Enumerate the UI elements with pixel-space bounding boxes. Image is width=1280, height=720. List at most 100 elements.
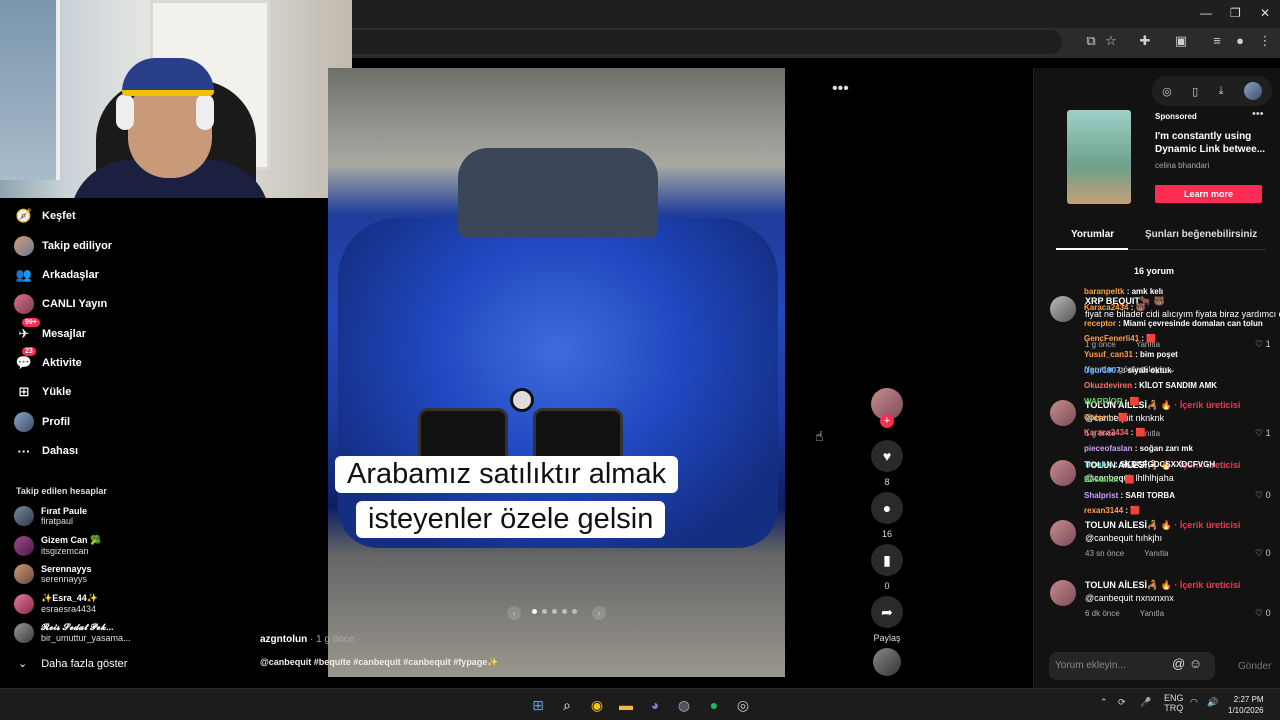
commenter-avatar[interactable]: [1050, 460, 1076, 486]
browser-menu-icon[interactable]: ⋮: [1256, 33, 1274, 49]
close-window-button[interactable]: ✕: [1260, 6, 1270, 20]
discord-icon[interactable]: ◕: [645, 696, 665, 714]
show-more-button[interactable]: ⌄ Daha fazla göster: [18, 657, 127, 671]
file-explorer-icon[interactable]: ▬: [616, 696, 636, 714]
video-author[interactable]: azgntolun · 1 g önce: [260, 634, 354, 645]
network-sync-icon[interactable]: ⟳: [1118, 697, 1126, 708]
next-photo-button[interactable]: ›: [592, 606, 606, 620]
following-avatar: [14, 236, 34, 256]
carousel-dot[interactable]: [532, 609, 537, 614]
system-clock[interactable]: 2:27 PM 1/10/2026: [1228, 694, 1264, 716]
bookmark-icon: ▮: [883, 551, 891, 568]
like-button[interactable]: ♥: [871, 440, 903, 472]
carousel-dot[interactable]: [542, 609, 547, 614]
spotify-icon[interactable]: ●: [704, 696, 724, 714]
ad-more-icon[interactable]: •••: [1252, 108, 1264, 120]
send-button[interactable]: Gönder: [1238, 661, 1271, 672]
nav-messages[interactable]: ✈ 99+ Mesajlar: [14, 318, 86, 346]
comment-like[interactable]: ♡ 0: [1255, 490, 1271, 501]
commenter-avatar[interactable]: [1050, 580, 1076, 606]
nav-explore[interactable]: 🧭 Keşfet: [14, 204, 76, 228]
comment-button[interactable]: ●: [871, 492, 903, 524]
extensions-icon[interactable]: ✚: [1136, 33, 1154, 49]
start-menu-icon[interactable]: ⊞: [528, 696, 548, 714]
search-icon[interactable]: ⌕: [557, 696, 577, 714]
nav-activity[interactable]: 💬 23 Aktivite: [14, 347, 82, 375]
headphone-right: [196, 94, 214, 130]
friends-icon: 👥: [15, 267, 33, 282]
save-button[interactable]: ▮: [871, 544, 903, 576]
steam-icon[interactable]: ◍: [674, 696, 694, 714]
mention-icon[interactable]: @: [1172, 656, 1185, 671]
profile-icon[interactable]: ●: [1231, 33, 1249, 48]
comment-like[interactable]: ♡ 0: [1255, 608, 1271, 619]
creator-avatar[interactable]: +: [871, 388, 903, 428]
microphone-icon[interactable]: 🎤: [1140, 697, 1151, 708]
maximize-button[interactable]: ❐: [1230, 6, 1241, 20]
chrome-icon[interactable]: ◉: [587, 696, 607, 714]
chat-message: rexan3144 : 🟥: [1084, 506, 1141, 515]
nav-friends-label: Arkadaşlar: [42, 269, 99, 281]
tab-comments[interactable]: Yorumlar: [1071, 229, 1114, 240]
download-icon[interactable]: ⤓: [1219, 85, 1224, 98]
following-account[interactable]: 𝓡𝓮𝓲𝓼 𝓢𝓮𝓭𝓪𝓽 𝓟𝓮𝓴... bir_umuttur_yasama...: [14, 622, 131, 643]
music-disc-avatar[interactable]: [873, 648, 901, 676]
nav-profile[interactable]: Profil: [14, 410, 70, 434]
address-bar[interactable]: [352, 30, 1062, 54]
tab-you-may-like[interactable]: Şunları beğenebilirsiniz: [1145, 229, 1257, 240]
video-player[interactable]: Arabamız satılıktır almak isteyenler öze…: [328, 68, 785, 677]
phone-icon[interactable]: ▯: [1192, 85, 1198, 98]
following-account[interactable]: ✨Esra_44✨ esraesra4434: [14, 593, 98, 614]
commenter-avatar[interactable]: [1050, 400, 1076, 426]
following-account[interactable]: Gizem Can 🥦 itsgizemcan: [14, 535, 101, 556]
learn-more-button[interactable]: Learn more: [1155, 185, 1262, 203]
nav-live-label: CANLI Yayın: [42, 298, 108, 310]
prev-photo-button[interactable]: ‹: [507, 606, 521, 620]
video-car-windshield: [458, 148, 658, 238]
profile-avatar: [14, 412, 34, 432]
emoji-icon[interactable]: ☺: [1189, 656, 1202, 671]
more-options-icon[interactable]: •••: [832, 80, 849, 98]
language-indicator[interactable]: ENG TRQ: [1164, 693, 1184, 713]
share-button[interactable]: ➦: [871, 596, 903, 628]
wifi-icon[interactable]: ◠: [1190, 697, 1198, 708]
obs-icon[interactable]: ◎: [733, 696, 753, 714]
nav-live[interactable]: CANLI Yayın: [14, 292, 107, 316]
volume-icon[interactable]: 🔊: [1207, 697, 1218, 708]
follow-plus-icon[interactable]: +: [880, 414, 894, 428]
compass-icon[interactable]: ◎: [1162, 85, 1172, 98]
tray-chevron-icon[interactable]: ⌃: [1100, 697, 1108, 708]
comment-like[interactable]: ♡ 0: [1255, 548, 1271, 559]
account-username: serennayys: [41, 574, 88, 584]
tab-search-icon[interactable]: ▣: [1172, 33, 1190, 49]
commenter-avatar[interactable]: [1050, 520, 1076, 546]
chat-message: pieceofaslan : soğan zarı mk: [1084, 444, 1193, 453]
carousel-dot[interactable]: [572, 609, 577, 614]
user-avatar[interactable]: [1243, 82, 1262, 100]
comment-like[interactable]: ♡ 1: [1255, 339, 1271, 350]
following-account[interactable]: Fırat Paule firatpaul: [14, 506, 87, 526]
nav-more[interactable]: ··· Dahası: [14, 439, 79, 463]
commenter-name[interactable]: TOLUN AİLESİ🦂 🔥 · İçerik üreticisi: [1085, 580, 1240, 591]
following-account[interactable]: Serennayys serennayys: [14, 564, 92, 584]
nav-upload[interactable]: ⊞ Yükle: [14, 380, 72, 404]
reply-button[interactable]: Yanıtla: [1144, 549, 1168, 558]
chat-message: WARRİOR : 🟥: [1084, 397, 1140, 406]
nav-friends[interactable]: 👥 Arkadaşlar: [14, 263, 99, 287]
carousel-dot[interactable]: [552, 609, 557, 614]
nav-more-label: Dahası: [42, 445, 79, 457]
commenter-avatar[interactable]: [1050, 296, 1076, 322]
commenter-name[interactable]: TOLUN AİLESİ🦂 🔥 · İçerik üreticisi: [1085, 520, 1240, 531]
comment-like[interactable]: ♡ 1: [1255, 428, 1271, 439]
carousel-dot[interactable]: [562, 609, 567, 614]
account-username: firatpaul: [41, 516, 74, 526]
video-actions: + ♥ 8 ● 16 ▮ 0 ➦ Paylaş: [870, 388, 904, 676]
ad-thumbnail[interactable]: [1067, 110, 1131, 204]
install-app-icon[interactable]: ⧉: [1082, 33, 1100, 49]
bookmark-star-icon[interactable]: ☆: [1102, 33, 1120, 49]
nav-following[interactable]: Takip ediliyor: [14, 234, 112, 258]
video-description[interactable]: @canbequit #bequite #canbequit #canbequi…: [260, 657, 499, 668]
minimize-button[interactable]: —: [1200, 6, 1212, 20]
reply-button[interactable]: Yanıtla: [1140, 609, 1164, 618]
reading-list-icon[interactable]: ≡: [1208, 33, 1226, 48]
